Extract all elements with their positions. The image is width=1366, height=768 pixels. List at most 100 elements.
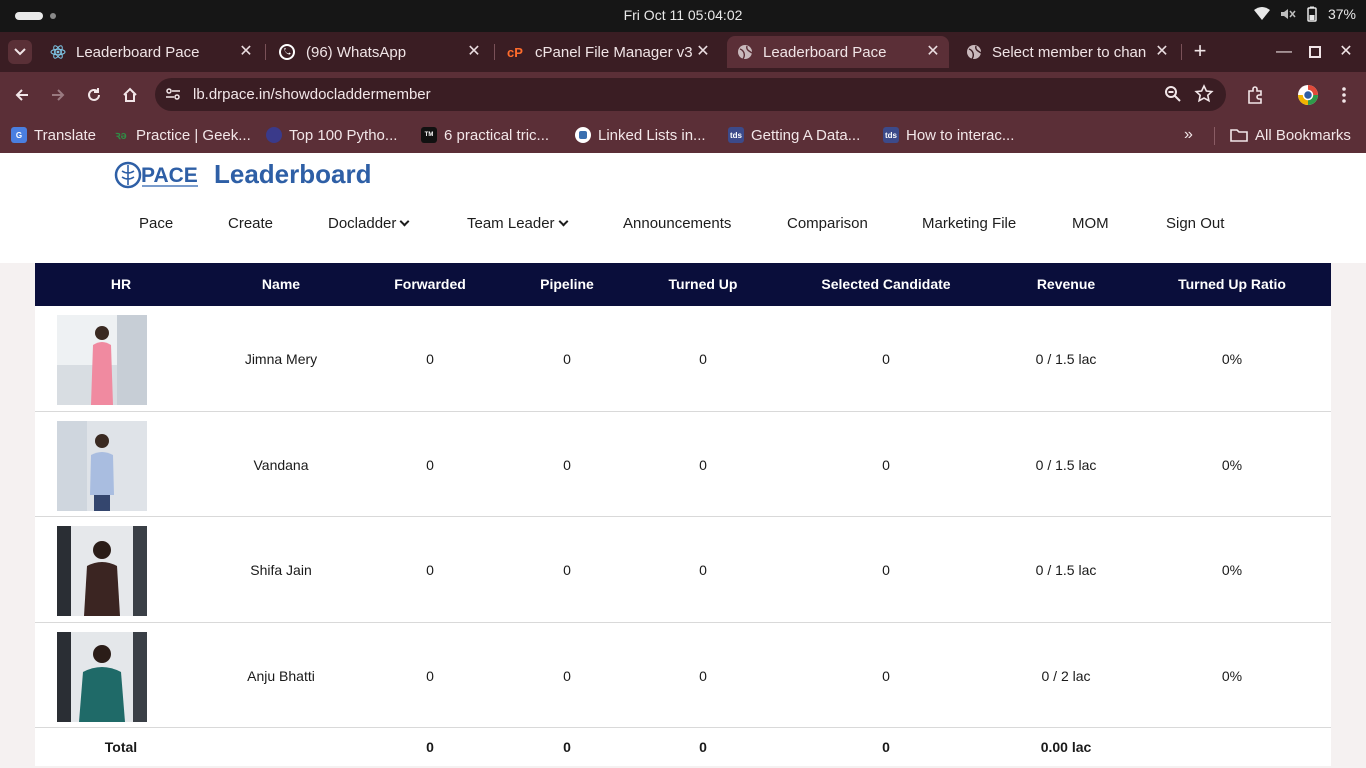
tab-cpanel[interactable]: cP cPanel File Manager v3 ✕ — [497, 36, 719, 68]
close-icon[interactable]: ✕ — [695, 44, 711, 60]
nav-announcements[interactable]: Announcements — [623, 215, 731, 232]
back-button[interactable] — [10, 83, 34, 107]
folder-icon — [1230, 129, 1248, 142]
nav-pace[interactable]: Pace — [139, 215, 173, 232]
tab-separator — [265, 44, 266, 60]
maximize-button[interactable] — [1303, 40, 1327, 64]
wifi-icon — [1253, 7, 1270, 20]
tab-leaderboard-pace-active[interactable]: Leaderboard Pace ✕ — [727, 36, 949, 68]
tab-select-member[interactable]: Select member to chan ✕ — [956, 36, 1178, 68]
bookmark-label: Practice | Geek... — [136, 126, 251, 144]
more-bookmarks-chevron-icon[interactable]: » — [1184, 126, 1193, 144]
nav-mom[interactable]: MOM — [1072, 215, 1109, 232]
tab-search-button[interactable] — [8, 40, 32, 64]
browser-menu-button[interactable] — [1332, 83, 1356, 107]
total-selected: 0 — [882, 739, 890, 755]
revenue-value: 0 / 2 lac — [1041, 667, 1091, 684]
main-nav: Pace Create Docladder Team Leader Announ… — [0, 215, 1366, 237]
close-icon[interactable]: ✕ — [925, 44, 941, 60]
avatar — [1298, 85, 1318, 105]
nav-marketing-file[interactable]: Marketing File — [922, 215, 1016, 232]
bookmark-top-100-python[interactable]: Top 100 Pytho... — [266, 123, 397, 147]
bookmark-label: Getting A Data... — [751, 126, 861, 144]
close-icon[interactable]: ✕ — [238, 44, 254, 60]
forwarded-value: 0 — [426, 456, 434, 473]
forward-button[interactable] — [46, 83, 70, 107]
all-bookmarks-label: All Bookmarks — [1255, 126, 1351, 144]
table-row: Jimna Mery 0 0 0 0 0 / 1.5 lac 0% — [35, 306, 1331, 412]
address-bar[interactable]: lb.drpace.in/showdocladdermember — [155, 78, 1226, 111]
selected-value: 0 — [882, 456, 890, 473]
total-label: Total — [104, 739, 138, 755]
site-info-icon[interactable] — [165, 86, 181, 102]
nav-sign-out[interactable]: Sign Out — [1166, 215, 1224, 232]
tab-leaderboard-pace-1[interactable]: Leaderboard Pace ✕ — [40, 36, 262, 68]
new-tab-button[interactable]: + — [1190, 40, 1210, 64]
logo-text: PACE — [141, 164, 198, 187]
bookmark-star-icon[interactable] — [1194, 84, 1214, 104]
hr-photo — [57, 526, 147, 616]
window-close-button[interactable]: ✕ — [1334, 40, 1358, 64]
table-total-row: Total 0 0 0 0 0.00 lac — [35, 728, 1331, 766]
total-revenue: 0.00 lac — [1040, 739, 1092, 755]
turned-up-value: 0 — [699, 351, 707, 367]
bookmarks-bar: G Translate ꝛǝ Practice | Geek... Top 10… — [0, 117, 1366, 153]
forwarded-value: 0 — [426, 351, 434, 367]
minimize-button[interactable]: — — [1272, 40, 1296, 64]
tab-title: Leaderboard Pace — [763, 43, 887, 61]
battery-icon — [1307, 6, 1317, 22]
revenue-value: 0 / 1.5 lac — [1035, 562, 1097, 578]
close-icon[interactable]: ✕ — [1154, 44, 1170, 60]
nav-team-leader[interactable]: Team Leader — [467, 215, 569, 232]
bookmark-getting-a-data[interactable]: tds Getting A Data... — [728, 123, 860, 147]
nav-comparison[interactable]: Comparison — [787, 215, 868, 232]
system-tray[interactable]: 37% — [1253, 6, 1356, 22]
tab-title: cPanel File Manager v3 — [535, 43, 693, 61]
turned-up-value: 0 — [699, 562, 707, 578]
bookmark-translate[interactable]: G Translate — [11, 123, 96, 147]
selected-value: 0 — [882, 667, 890, 684]
profile-button[interactable] — [1296, 83, 1320, 107]
turned-up-value: 0 — [699, 667, 707, 684]
python-icon — [266, 127, 282, 143]
ratio-value: 0% — [1221, 456, 1243, 473]
nav-create[interactable]: Create — [228, 215, 273, 232]
hr-name: Jimna Mery — [244, 351, 318, 367]
close-icon[interactable]: ✕ — [466, 44, 482, 60]
all-bookmarks-button[interactable]: All Bookmarks — [1230, 123, 1351, 147]
zoom-icon[interactable] — [1164, 85, 1182, 103]
chevron-down-icon — [14, 48, 26, 56]
reload-icon — [88, 88, 100, 101]
kebab-menu-icon — [1342, 87, 1346, 103]
caduceus-icon: PACE — [114, 161, 198, 188]
pipeline-value: 0 — [563, 456, 571, 473]
tab-whatsapp[interactable]: (96) WhatsApp ✕ — [268, 36, 490, 68]
puzzle-icon — [1248, 86, 1262, 104]
bookmark-how-to-interact[interactable]: tds How to interac... — [883, 123, 1014, 147]
react-icon — [50, 45, 66, 59]
reload-button[interactable] — [82, 83, 106, 107]
turned-up-value: 0 — [699, 456, 707, 473]
clock[interactable]: Fri Oct 11 05:04:02 — [0, 7, 1366, 23]
site-title: Leaderboard — [214, 159, 372, 189]
nav-docladder[interactable]: Docladder — [328, 215, 410, 232]
url-text[interactable]: lb.drpace.in/showdocladdermember — [193, 86, 431, 103]
bookmark-label: 6 practical tric... — [444, 126, 550, 144]
bookmark-label: Translate — [34, 126, 96, 144]
hr-name: Vandana — [253, 456, 309, 473]
column-header-forwarded: Forwarded — [394, 276, 466, 292]
bookmark-linked-lists[interactable]: Linked Lists in... — [575, 123, 706, 147]
column-header-turned-up: Turned Up — [668, 276, 738, 292]
total-turned-up: 0 — [699, 739, 707, 755]
ratio-value: 0% — [1221, 351, 1243, 367]
column-header-revenue: Revenue — [1036, 276, 1096, 292]
bookmark-practical-tricks[interactable]: TM 6 practical tric... — [421, 123, 549, 147]
extensions-button[interactable] — [1243, 83, 1267, 107]
bookmark-practice-geeks[interactable]: ꝛǝ Practice | Geek... — [113, 123, 251, 147]
tab-separator — [494, 44, 495, 60]
forwarded-value: 0 — [426, 667, 434, 684]
site-logo[interactable]: PACE Leaderboard — [114, 159, 372, 190]
bookmark-separator — [1214, 127, 1215, 145]
home-button[interactable] — [118, 83, 142, 107]
table-row: Vandana 0 0 0 0 0 / 1.5 lac 0% — [35, 411, 1331, 517]
